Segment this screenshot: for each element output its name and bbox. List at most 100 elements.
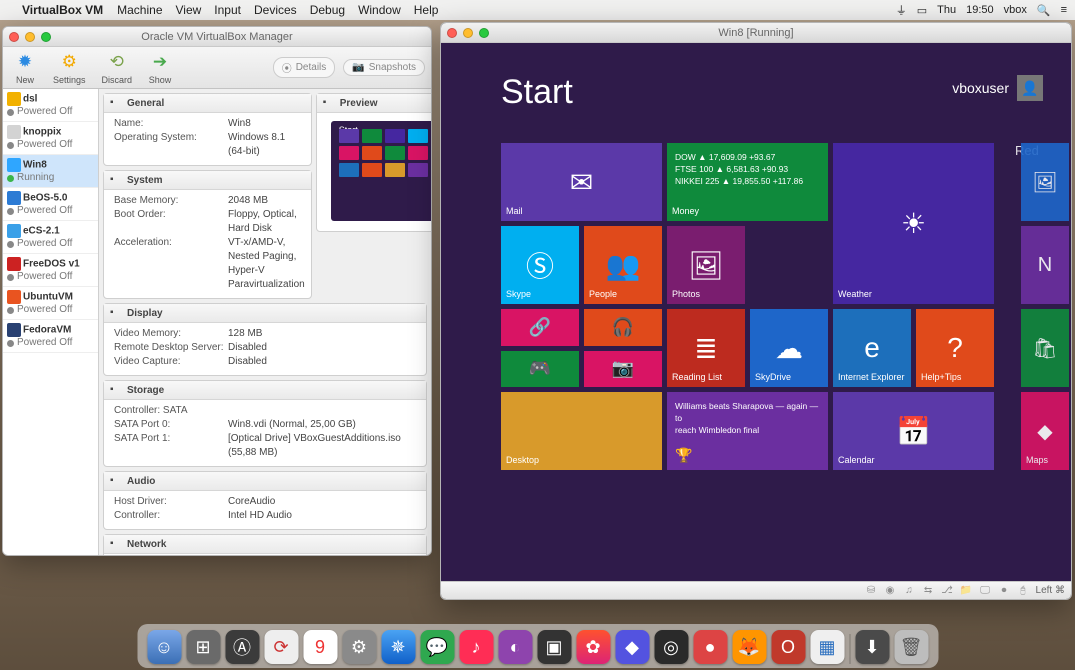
- section-preview: ▪Preview Start: [316, 93, 431, 232]
- dock-app1[interactable]: ◐: [498, 630, 532, 664]
- guest-screen[interactable]: Start vboxuser 👤 ✉MailDOW ▲ 17,609.09 +9…: [441, 43, 1071, 581]
- close-icon[interactable]: [447, 28, 457, 38]
- manager-toolbar: ✹New ⚙Settings ⟲Discard ➔Show ⦿ Details …: [3, 47, 431, 89]
- start-tile-calendar[interactable]: 📅Calendar: [833, 392, 994, 470]
- dock-appstore[interactable]: Ⓐ: [225, 630, 259, 664]
- snapshots-toggle[interactable]: 📷 Snapshots: [343, 59, 425, 76]
- start-tile-help-tips[interactable]: ?Help+Tips: [916, 309, 994, 387]
- recording-icon[interactable]: ⏺: [998, 584, 1011, 597]
- dock-calendar[interactable]: 9: [303, 630, 337, 664]
- vm-list-item[interactable]: eCS-2.1 Powered Off: [3, 221, 98, 254]
- start-tile-money[interactable]: DOW ▲ 17,609.09 +93.67FTSE 100 ▲ 6,581.6…: [667, 143, 828, 221]
- minimize-icon[interactable]: [463, 28, 473, 38]
- menu-help[interactable]: Help: [414, 3, 439, 17]
- details-toggle[interactable]: ⦿ Details: [273, 57, 336, 78]
- new-button[interactable]: ✹New: [9, 48, 41, 87]
- start-tile[interactable]: 📷: [584, 351, 662, 388]
- start-tile-mail[interactable]: ✉Mail: [501, 143, 662, 221]
- close-icon[interactable]: [9, 32, 19, 42]
- start-tile-tile[interactable]: Williams beats Sharapova — again — torea…: [667, 392, 828, 470]
- start-tile-people[interactable]: 👥People: [584, 226, 662, 304]
- dock-opera[interactable]: O: [771, 630, 805, 664]
- menu-input[interactable]: Input: [214, 3, 241, 17]
- shared-folders-icon[interactable]: 📁: [960, 584, 973, 597]
- preview-thumbnail[interactable]: Start: [331, 121, 431, 221]
- dock-trash[interactable]: 🗑: [894, 630, 928, 664]
- menu-debug[interactable]: Debug: [310, 3, 345, 17]
- spotlight-icon[interactable]: 🔍: [1037, 4, 1051, 17]
- section-display: ▪Display Video Memory:128 MBRemote Deskt…: [103, 303, 427, 376]
- start-tile[interactable]: 🔗: [501, 309, 579, 346]
- start-tile-photos[interactable]: 🖼Photos: [667, 226, 745, 304]
- dock-terminal[interactable]: ▣: [537, 630, 571, 664]
- menu-machine[interactable]: Machine: [117, 3, 162, 17]
- vm-list-item[interactable]: FreeDOS v1 Powered Off: [3, 254, 98, 287]
- vm-list-item[interactable]: dsl Powered Off: [3, 89, 98, 122]
- dock-messages[interactable]: 💬: [420, 630, 454, 664]
- tile-small-group: 🔗🎧🎮📷: [501, 309, 662, 387]
- vm-list-item[interactable]: Win8 Running: [3, 155, 98, 188]
- start-tile-skype[interactable]: ⓈSkype: [501, 226, 579, 304]
- start-tile[interactable]: 🎧: [584, 309, 662, 346]
- start-tile-internet-explorer[interactable]: eInternet Explorer: [833, 309, 911, 387]
- dock-launchpad[interactable]: ⊞: [186, 630, 220, 664]
- dock-downloads[interactable]: ⬇: [855, 630, 889, 664]
- battery-icon[interactable]: ▭: [917, 4, 927, 17]
- start-tile-edge[interactable]: 🛍: [1021, 309, 1069, 387]
- start-tile-edge[interactable]: 🖼: [1021, 143, 1069, 221]
- usb-activity-icon[interactable]: ⎇: [941, 584, 954, 597]
- start-tile-edge[interactable]: ◆Maps: [1021, 392, 1069, 470]
- manager-titlebar[interactable]: Oracle VM VirtualBox Manager: [3, 27, 431, 47]
- manager-title: Oracle VM VirtualBox Manager: [141, 31, 292, 43]
- vm-list-item[interactable]: UbuntuVM Powered Off: [3, 287, 98, 320]
- menu-extra-icon[interactable]: ≡: [1061, 4, 1067, 16]
- zoom-icon[interactable]: [41, 32, 51, 42]
- dock: ☺ ⊞ Ⓐ ⟳ 9 ⚙ ✵ 💬 ♪ ◐ ▣ ✿ ◆ ◎ ● 🦊 O ▦ ⬇ 🗑: [137, 624, 938, 668]
- start-tile-skydrive[interactable]: ☁SkyDrive: [750, 309, 828, 387]
- vm-list-item[interactable]: knoppix Powered Off: [3, 122, 98, 155]
- section-system: ▪System Base Memory:2048 MBBoot Order:Fl…: [103, 170, 312, 299]
- dock-firefox[interactable]: 🦊: [732, 630, 766, 664]
- menu-view[interactable]: View: [176, 3, 202, 17]
- hdd-activity-icon[interactable]: ⛁: [865, 584, 878, 597]
- display-icon[interactable]: 🖵: [979, 584, 992, 597]
- dock-app4[interactable]: ●: [693, 630, 727, 664]
- menu-devices[interactable]: Devices: [254, 3, 297, 17]
- dock-itunes[interactable]: ♪: [459, 630, 493, 664]
- vm-titlebar[interactable]: Win8 [Running]: [441, 23, 1071, 43]
- vm-list-item[interactable]: FedoraVM Powered Off: [3, 320, 98, 353]
- section-icon: ▪: [110, 384, 122, 396]
- audio-activity-icon[interactable]: ♫: [903, 584, 916, 597]
- dock-activity-monitor[interactable]: ⟳: [264, 630, 298, 664]
- menu-window[interactable]: Window: [358, 3, 401, 17]
- zoom-icon[interactable]: [479, 28, 489, 38]
- user-avatar-icon: 👤: [1017, 75, 1043, 101]
- start-tile-edge[interactable]: N: [1021, 226, 1069, 304]
- menu-user[interactable]: vbox: [1004, 4, 1027, 16]
- start-tile-reading-list[interactable]: ≣Reading List: [667, 309, 745, 387]
- dock-safari[interactable]: ✵: [381, 630, 415, 664]
- dock-app2[interactable]: ◆: [615, 630, 649, 664]
- minimize-icon[interactable]: [25, 32, 35, 42]
- show-button[interactable]: ➔Show: [144, 48, 176, 87]
- dock-system-preferences[interactable]: ⚙: [342, 630, 376, 664]
- dock-app3[interactable]: ◎: [654, 630, 688, 664]
- dock-virtualbox[interactable]: ▦: [810, 630, 844, 664]
- user-account[interactable]: vboxuser 👤: [952, 75, 1043, 101]
- vm-list[interactable]: dsl Powered Offknoppix Powered OffWin8 R…: [3, 89, 99, 555]
- wifi-icon[interactable]: ⏚: [896, 2, 907, 18]
- vm-list-item[interactable]: BeOS-5.0 Powered Off: [3, 188, 98, 221]
- start-tile-weather[interactable]: ☀Weather: [833, 143, 994, 304]
- network-activity-icon[interactable]: ⇆: [922, 584, 935, 597]
- dock-photos[interactable]: ✿: [576, 630, 610, 664]
- dock-finder[interactable]: ☺: [147, 630, 181, 664]
- user-name: vboxuser: [952, 80, 1009, 96]
- mouse-integration-icon[interactable]: 🖯: [1017, 584, 1030, 597]
- start-tile-desktop[interactable]: Desktop: [501, 392, 662, 470]
- settings-button[interactable]: ⚙Settings: [49, 48, 90, 87]
- optical-activity-icon[interactable]: ◉: [884, 584, 897, 597]
- app-name[interactable]: VirtualBox VM: [22, 3, 103, 17]
- start-tile[interactable]: 🎮: [501, 351, 579, 388]
- vm-details-pane: ▪General Name:Win8Operating System:Windo…: [99, 89, 431, 555]
- discard-button[interactable]: ⟲Discard: [98, 48, 137, 87]
